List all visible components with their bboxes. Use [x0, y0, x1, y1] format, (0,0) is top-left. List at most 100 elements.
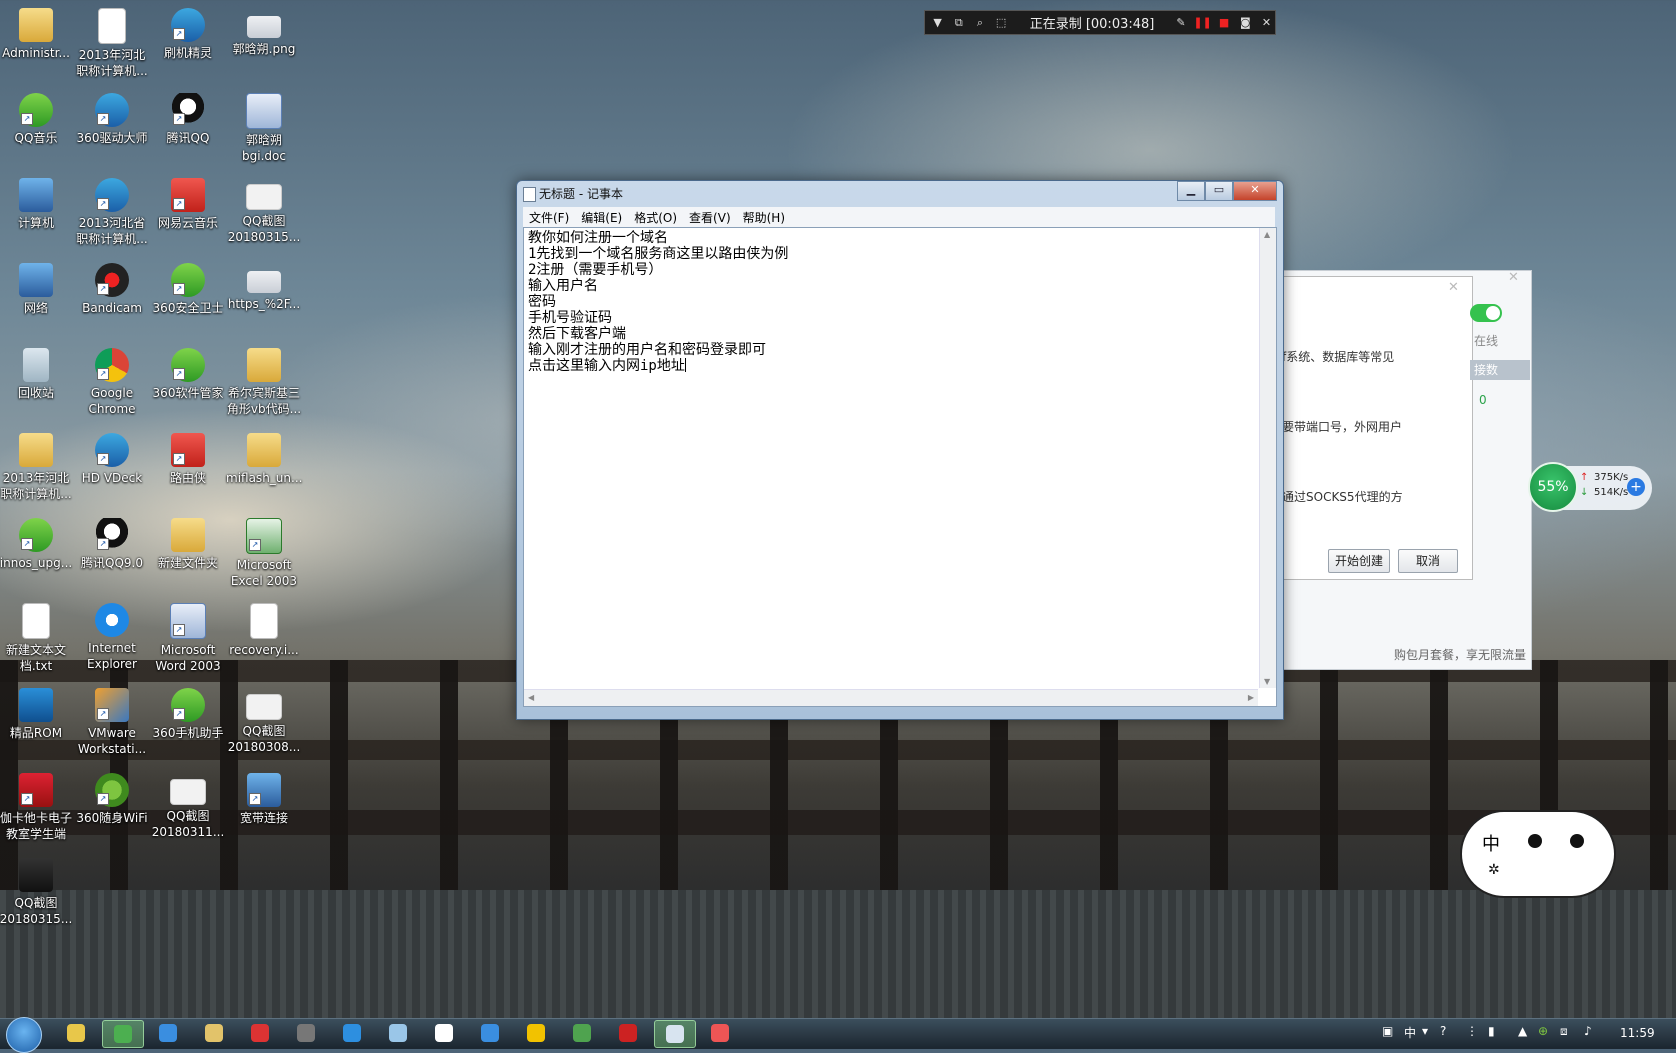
- region-icon[interactable]: ⬚: [993, 14, 1010, 32]
- show-hidden-icons[interactable]: ▲: [1518, 1024, 1527, 1038]
- taskbar-clock[interactable]: 11:59: [1620, 1026, 1655, 1040]
- menu-file[interactable]: 文件(F): [523, 207, 575, 227]
- dropdown-arrow-icon[interactable]: ▼: [929, 14, 946, 32]
- desktop-icon[interactable]: 2013年河北 职称计算机...: [0, 429, 74, 502]
- desktop-icon[interactable]: ↗ 360驱动大师: [74, 89, 150, 146]
- close-button[interactable]: ✕: [1233, 181, 1277, 201]
- desktop-icon[interactable]: ↗ VMware Workstati...: [74, 684, 150, 757]
- vertical-scrollbar[interactable]: ▲ ▼: [1259, 228, 1276, 688]
- desktop-icon[interactable]: QQ截图 20180315...: [226, 174, 302, 245]
- battery-icon[interactable]: ▮: [1488, 1024, 1495, 1038]
- taskbar-button[interactable]: [102, 1020, 144, 1048]
- desktop-icon[interactable]: ↗ innos_upg...: [0, 514, 74, 571]
- desktop-icon[interactable]: ↗ 360手机助手: [150, 684, 226, 741]
- plus-icon[interactable]: +: [1627, 478, 1645, 496]
- stop-icon[interactable]: ■: [1216, 14, 1233, 32]
- desktop-icon[interactable]: ↗ 2013河北省 职称计算机...: [74, 174, 150, 247]
- network-tray-icon[interactable]: ⧈: [1560, 1024, 1568, 1039]
- desktop-icon[interactable]: ↗ HD VDeck: [74, 429, 150, 486]
- editor-content[interactable]: 教你如何注册一个域名 1先找到一个域名服务商这里以路由侠为例 2注册（需要手机号…: [528, 230, 788, 374]
- maximize-button[interactable]: ▭: [1205, 181, 1233, 201]
- cancel-button[interactable]: 取消: [1398, 549, 1458, 573]
- desktop-icon[interactable]: 计算机: [0, 174, 74, 231]
- qq-tray-icon[interactable]: ▣: [1382, 1024, 1393, 1038]
- desktop-icon[interactable]: ↗ 宽带连接: [226, 769, 302, 826]
- close-icon[interactable]: ✕: [1258, 14, 1275, 32]
- pencil-icon[interactable]: ✎: [1172, 14, 1189, 32]
- desktop-icon[interactable]: Administr...: [0, 4, 74, 61]
- taskbar-button[interactable]: [516, 1020, 556, 1046]
- menu-format[interactable]: 格式(O): [628, 207, 683, 227]
- text-editor[interactable]: 教你如何注册一个域名 1先找到一个域名服务商这里以路由侠为例 2注册（需要手机号…: [523, 227, 1277, 707]
- horizontal-scrollbar[interactable]: ◀ ▶: [524, 689, 1258, 706]
- taskbar-button[interactable]: [424, 1020, 464, 1046]
- taskbar-button[interactable]: [240, 1020, 280, 1046]
- taskbar-button[interactable]: [378, 1020, 418, 1046]
- desktop-icon[interactable]: 回收站: [0, 344, 74, 401]
- desktop-icon[interactable]: ↗ Microsoft Excel 2003: [226, 514, 302, 589]
- desktop-icon[interactable]: ↗ 360安全卫士: [150, 259, 226, 316]
- desktop-icon[interactable]: Internet Explorer: [74, 599, 150, 672]
- taskbar-button[interactable]: [608, 1020, 648, 1046]
- zoom-icon[interactable]: ⌕: [971, 14, 988, 32]
- menu-view[interactable]: 查看(V): [683, 207, 737, 227]
- desktop-icon[interactable]: ↗ QQ音乐: [0, 89, 74, 146]
- desktop-icon[interactable]: ↗ 路由侠: [150, 429, 226, 486]
- desktop-icon[interactable]: QQ截图 20180311...: [150, 769, 226, 840]
- taskbar-button[interactable]: [562, 1020, 602, 1046]
- desktop-icon[interactable]: ↗ 360软件管家: [150, 344, 226, 401]
- ime-menu-icon[interactable]: ▾: [1422, 1024, 1428, 1038]
- taskbar-button[interactable]: [56, 1020, 96, 1046]
- camera-icon[interactable]: ◙: [1237, 14, 1254, 32]
- scroll-left-icon[interactable]: ◀: [528, 693, 534, 702]
- volume-icon[interactable]: ♪: [1584, 1024, 1592, 1038]
- online-toggle[interactable]: [1470, 304, 1502, 322]
- desktop-icon[interactable]: recovery.i...: [226, 599, 302, 658]
- start-create-button[interactable]: 开始创建: [1328, 549, 1390, 573]
- desktop-icon[interactable]: QQ截图 20180308...: [226, 684, 302, 755]
- desktop-icon[interactable]: 2013年河北 职称计算机...: [74, 4, 150, 79]
- desktop-icon[interactable]: miflash_un...: [226, 429, 302, 486]
- scroll-right-icon[interactable]: ▶: [1248, 693, 1254, 702]
- desktop-icon[interactable]: ↗ 刷机精灵: [150, 4, 226, 61]
- scroll-up-icon[interactable]: ▲: [1264, 230, 1270, 239]
- taskbar-button[interactable]: [470, 1020, 510, 1046]
- pause-icon[interactable]: ❚❚: [1193, 14, 1211, 32]
- desktop-icon[interactable]: QQ截图 20180315...: [0, 854, 74, 927]
- help-icon[interactable]: ?: [1440, 1024, 1446, 1038]
- taskbar-button[interactable]: [332, 1020, 372, 1046]
- desktop-icon[interactable]: 精品ROM: [0, 684, 74, 741]
- menu-edit[interactable]: 编辑(E): [575, 207, 628, 227]
- desktop-icon[interactable]: 新建文本文 档.txt: [0, 599, 74, 674]
- desktop-icon[interactable]: ↗ 腾讯QQ9.0: [74, 514, 150, 571]
- desktop-icon[interactable]: 网络: [0, 259, 74, 316]
- menu-help[interactable]: 帮助(H): [737, 207, 791, 227]
- minimize-button[interactable]: ▁: [1177, 181, 1205, 201]
- dialog-close-icon[interactable]: ✕: [1448, 280, 1459, 295]
- scroll-down-icon[interactable]: ▼: [1264, 677, 1270, 686]
- gear-icon[interactable]: ✲: [1488, 862, 1500, 878]
- desktop-icon[interactable]: ↗ Google Chrome: [74, 344, 150, 417]
- desktop-icon[interactable]: ↗ 腾讯QQ: [150, 89, 226, 146]
- desktop-icon[interactable]: ↗ Microsoft Word 2003: [150, 599, 226, 674]
- memory-usage-ball[interactable]: 55%: [1528, 462, 1578, 512]
- input-settings-icon[interactable]: ⋮: [1466, 1024, 1478, 1038]
- 360-tray-icon[interactable]: ⊕: [1538, 1024, 1548, 1038]
- desktop-icon[interactable]: https_%2F...: [226, 259, 302, 312]
- ime-indicator[interactable]: 中: [1404, 1024, 1416, 1041]
- desktop-icon[interactable]: ↗ 网易云音乐: [150, 174, 226, 231]
- taskbar-button[interactable]: [148, 1020, 188, 1046]
- desktop-icon[interactable]: ↗ Bandicam: [74, 259, 150, 316]
- cat-sticker-widget[interactable]: 中 ✲: [1460, 790, 1616, 898]
- taskbar-button[interactable]: [654, 1020, 696, 1048]
- desktop-icon[interactable]: 郭晗朔.png: [226, 4, 302, 57]
- desktop-icon[interactable]: ↗ 360随身WiFi: [74, 769, 150, 826]
- taskbar-button[interactable]: [194, 1020, 234, 1046]
- taskbar-button[interactable]: [286, 1020, 326, 1046]
- desktop-icon[interactable]: 新建文件夹: [150, 514, 226, 571]
- desktop-icon[interactable]: ↗ 伽卡他卡电子 教室学生端: [0, 769, 74, 842]
- close-icon[interactable]: ✕: [1508, 270, 1519, 285]
- window-select-icon[interactable]: ⧉: [950, 14, 967, 32]
- desktop-icon[interactable]: 郭晗朔 bgi.doc: [226, 89, 302, 164]
- desktop-icon[interactable]: 希尔宾斯基三 角形vb代码...: [226, 344, 302, 417]
